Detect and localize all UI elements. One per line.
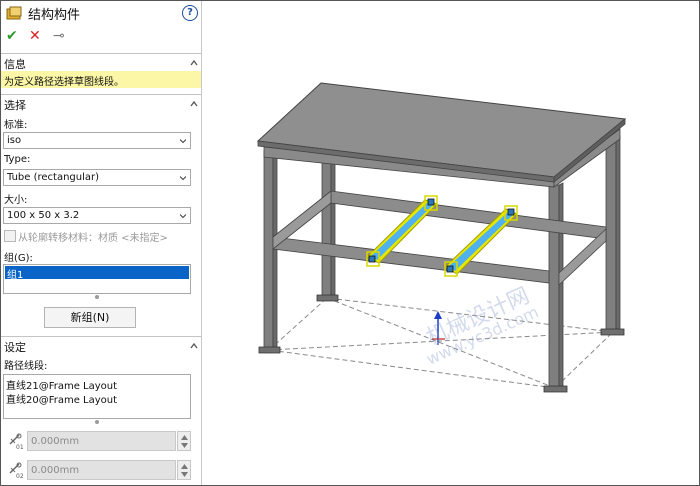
spin-down-icon[interactable] [181,443,188,448]
offset1-input[interactable]: 0.000mm [27,431,176,451]
size-select[interactable]: 100 x 50 x 3.2 [3,207,191,224]
ok-button[interactable]: ✔ [6,28,18,44]
resize-grip[interactable] [95,295,99,299]
list-item[interactable]: 直线20@Frame Layout [6,391,117,406]
collapse-chevron-icon[interactable] [190,100,198,108]
divider [1,53,201,54]
groups-list[interactable]: 组1 [3,264,191,294]
pin-icon: ⊸ [53,28,65,44]
collapse-chevron-icon[interactable] [190,342,198,350]
spin-up-icon[interactable] [181,435,188,440]
help-button[interactable]: ? [182,5,198,21]
divider [1,94,201,95]
new-group-button[interactable]: 新组(N) [44,307,136,328]
transfer-material-checkbox[interactable] [4,230,16,242]
spin-down-icon[interactable] [181,472,188,477]
offset2-input[interactable]: 0.000mm [27,460,176,480]
info-message: 为定义路径选择草图线段。 [4,77,124,88]
pin-button[interactable]: ⊸ [53,28,65,44]
type-label: Type: [4,154,31,165]
path-segments-label: 路径线段: [4,361,48,372]
offset2-row: 02 0.000mm [1,460,201,482]
offset2-value: 0.000mm [31,465,80,476]
standard-label: 标准: [4,120,28,131]
info-message-box: 为定义路径选择草图线段。 [1,71,201,88]
structural-member-icon [6,6,22,20]
list-item-selected[interactable]: 组1 [5,266,189,281]
path-segments-list[interactable]: 直线21@Frame Layout 直线20@Frame Layout [3,374,191,419]
resize-grip[interactable] [95,420,99,424]
divider [1,336,201,337]
selection-section-heading: 选择 [4,99,26,112]
graphics-viewport[interactable]: 机械设计网 www.yc3d.com [202,1,699,485]
property-manager-panel: 结构构件 ? ✔ ✕ ⊸ 信息 为定义路径选择草图线段。 选择 标准: iso … [1,1,202,485]
offset1-subscript: 01 [16,444,24,451]
cancel-button[interactable]: ✕ [29,28,41,44]
transfer-material-label: 从轮廓转移材料：材质 <未指定> [18,233,168,244]
groups-label: 组(G): [4,253,33,264]
offset2-spinner[interactable] [177,460,191,480]
type-select[interactable]: Tube (rectangular) [3,169,191,186]
chevron-down-icon [180,176,186,181]
settings-section-heading: 设定 [4,341,26,354]
info-section-heading: 信息 [4,58,26,71]
size-label: 大小: [4,195,28,206]
close-icon: ✕ [29,28,41,44]
check-icon: ✔ [6,28,18,44]
offset1-spinner[interactable] [177,431,191,451]
frame-model[interactable] [202,1,699,485]
group-item-label: 组1 [7,270,24,281]
panel-title: 结构构件 [28,8,81,23]
standard-select[interactable]: iso [3,132,191,149]
offset2-subscript: 02 [16,473,24,480]
chevron-down-icon [180,139,186,144]
spin-up-icon[interactable] [181,464,188,469]
chevron-down-icon [180,214,186,219]
table-top-plate [256,82,627,178]
offset1-value: 0.000mm [31,436,80,447]
standard-value: iso [7,135,22,146]
collapse-chevron-icon[interactable] [190,59,198,67]
offset1-row: 01 0.000mm [1,431,201,453]
app-frame: 结构构件 ? ✔ ✕ ⊸ 信息 为定义路径选择草图线段。 选择 标准: iso … [0,0,700,486]
size-value: 100 x 50 x 3.2 [7,210,80,221]
type-value: Tube (rectangular) [7,172,100,183]
list-item[interactable]: 直线21@Frame Layout [6,377,117,392]
